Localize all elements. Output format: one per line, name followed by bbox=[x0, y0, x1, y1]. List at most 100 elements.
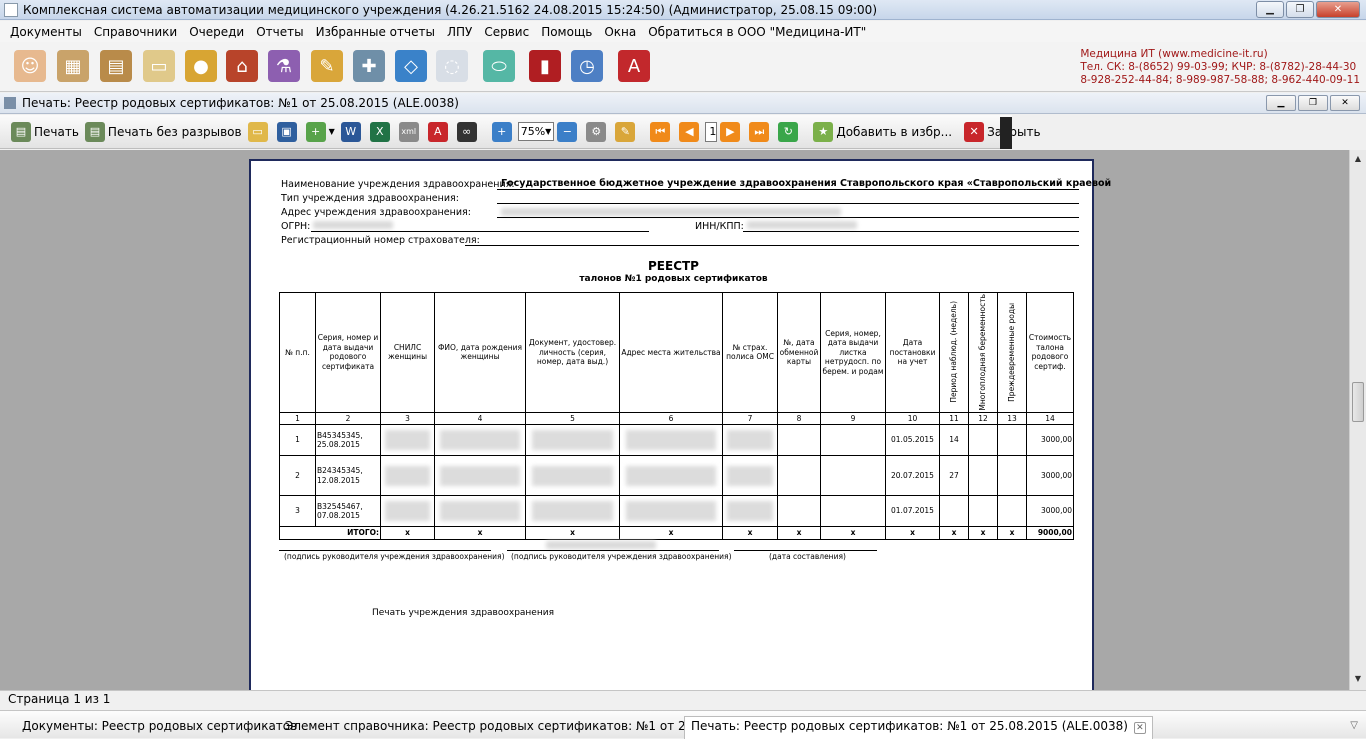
total-row: ИТОГО: x x x x x x x x x x x 9000,00 bbox=[279, 526, 1074, 540]
minimize-button[interactable]: ▁ bbox=[1256, 1, 1284, 18]
find-button[interactable]: ∞ bbox=[454, 119, 483, 145]
coins-icon[interactable]: ● bbox=[185, 50, 217, 82]
settings-button[interactable]: ⚙ bbox=[583, 119, 612, 145]
type-label: Тип учреждения здравоохранения: bbox=[281, 193, 459, 204]
edit-button[interactable]: ✎ bbox=[612, 119, 641, 145]
syringe-icon[interactable]: ✚ bbox=[353, 50, 385, 82]
tab-documents[interactable]: Документы: Реестр родовых сертификатов bbox=[22, 719, 297, 733]
refresh-button[interactable]: ↻ bbox=[775, 119, 804, 145]
next-page-button[interactable]: ▶ bbox=[717, 119, 746, 145]
inn-value-redacted bbox=[747, 221, 857, 229]
menu-queues[interactable]: Очереди bbox=[183, 25, 250, 39]
close-window-button[interactable]: ✕ bbox=[1316, 1, 1360, 18]
zoom-in-button[interactable]: + bbox=[489, 119, 518, 145]
lab-flask-icon[interactable]: ⚗ bbox=[268, 50, 300, 82]
schedule-clock-icon[interactable]: ◷ bbox=[571, 50, 603, 82]
basket-icon[interactable]: ◇ bbox=[395, 50, 427, 82]
menu-directories[interactable]: Справочники bbox=[88, 25, 183, 39]
toolbar-overflow[interactable] bbox=[1000, 117, 1012, 149]
menu-lpu[interactable]: ЛПУ bbox=[441, 25, 478, 39]
window-tabs: Документы: Реестр родовых сертификатов Э… bbox=[0, 710, 1366, 739]
redacted-cell bbox=[384, 501, 431, 522]
col-header: Серия, номер, дата выдачи листка нетрудо… bbox=[820, 292, 886, 413]
last-page-button[interactable]: ⏭ bbox=[746, 119, 775, 145]
table-header-row: № п.п. Серия, номер и дата выдачи родово… bbox=[279, 292, 1074, 413]
capsule-icon[interactable]: ⬭ bbox=[483, 50, 515, 82]
menu-favorite-reports[interactable]: Избранные отчеты bbox=[310, 25, 441, 39]
close-icon[interactable]: ✕ bbox=[1133, 722, 1146, 734]
table-row: 1 В45345345, 25.08.2015 01.05.2015 14 30… bbox=[279, 424, 1074, 457]
add-favorite-button[interactable]: ★ Добавить в избр... bbox=[810, 119, 955, 145]
arrow-left-icon: ◀ bbox=[679, 121, 700, 142]
export-excel-button[interactable]: X bbox=[367, 119, 396, 145]
redacted-cell bbox=[726, 430, 774, 451]
edit-note-icon[interactable]: ✎ bbox=[311, 50, 343, 82]
tab-print[interactable]: Печать: Реестр родовых сертификатов: №1 … bbox=[684, 716, 1153, 739]
report-viewer: Наименование учреждения здравоохранения:… bbox=[0, 150, 1349, 699]
redacted-cell bbox=[440, 501, 520, 522]
prev-page-button[interactable]: ◀ bbox=[676, 119, 705, 145]
menu-contact[interactable]: Обратиться в ООО "Медицина-ИТ" bbox=[642, 25, 872, 39]
col-header: Документ, удостовер. личность (серия, но… bbox=[525, 292, 620, 413]
menu-reports[interactable]: Отчеты bbox=[250, 25, 309, 39]
redacted-cell bbox=[531, 501, 614, 522]
scroll-up-icon[interactable]: ▲ bbox=[1352, 154, 1364, 166]
maximize-button[interactable]: ❐ bbox=[1286, 1, 1314, 18]
chevron-down-icon[interactable]: ▼ bbox=[329, 127, 335, 136]
print-button[interactable]: ▤ Печать bbox=[8, 119, 82, 145]
close-icon: ✕ bbox=[964, 121, 985, 142]
redacted-cell bbox=[440, 465, 520, 486]
institution-name: Государственное бюджетное учреждение здр… bbox=[501, 178, 1112, 189]
menu-service[interactable]: Сервис bbox=[478, 25, 535, 39]
page-number-input[interactable]: 1 bbox=[705, 121, 718, 142]
export-word-button[interactable]: W bbox=[338, 119, 367, 145]
col-header: Многоплодная беременность bbox=[968, 292, 998, 413]
stamp-label: Печать учреждения здравоохранения bbox=[372, 608, 554, 618]
excel-icon: X bbox=[369, 121, 390, 142]
doc-close-button[interactable]: ✕ bbox=[1330, 95, 1360, 111]
menu-documents[interactable]: Документы bbox=[4, 25, 88, 39]
first-page-button[interactable]: ⏮ bbox=[647, 119, 676, 145]
export-button[interactable]: + ▼ bbox=[303, 119, 338, 145]
zoom-select[interactable]: 75% ▼ bbox=[517, 122, 555, 141]
redacted-cell bbox=[531, 430, 614, 451]
home-icon[interactable]: ⌂ bbox=[226, 50, 258, 82]
export-xml-button[interactable]: xml bbox=[396, 119, 425, 145]
scroll-down-icon[interactable]: ▼ bbox=[1352, 674, 1364, 686]
col-header: ФИО, дата рождения женщины bbox=[434, 292, 526, 413]
save-button[interactable]: ▣ bbox=[274, 119, 303, 145]
date-caption: (дата составления) bbox=[769, 552, 846, 561]
refresh-icon: ↻ bbox=[778, 121, 799, 142]
printer-icon: ▤ bbox=[84, 121, 105, 142]
calendar-icon[interactable]: ▦ bbox=[57, 50, 89, 82]
pills-icon[interactable]: ◌ bbox=[436, 50, 468, 82]
document-window-icon bbox=[4, 97, 16, 109]
open-button[interactable]: ▭ bbox=[245, 119, 274, 145]
card-file-icon[interactable]: ▤ bbox=[100, 50, 132, 82]
signature-caption-2: (подпись руководителя учреждения здравоо… bbox=[511, 552, 732, 561]
doc-restore-button[interactable]: ❐ bbox=[1298, 95, 1328, 111]
book-icon[interactable]: ▮ bbox=[529, 50, 561, 82]
menu-help[interactable]: Помощь bbox=[535, 25, 598, 39]
scroll-thumb[interactable] bbox=[1352, 382, 1364, 422]
menu-windows[interactable]: Окна bbox=[598, 25, 642, 39]
print-no-breaks-button[interactable]: ▤ Печать без разрывов bbox=[82, 119, 245, 145]
zoom-out-button[interactable]: − bbox=[554, 119, 583, 145]
chevron-down-icon[interactable]: ▽ bbox=[1350, 720, 1358, 731]
vertical-scrollbar[interactable]: ▲ ▼ bbox=[1349, 150, 1366, 690]
signature-caption-1: (подпись руководителя учреждения здравоо… bbox=[284, 552, 505, 561]
star-add-icon: ★ bbox=[813, 121, 834, 142]
col-header: Адрес места жительства bbox=[619, 292, 723, 413]
redacted-cell bbox=[384, 430, 431, 451]
support-icon[interactable]: A bbox=[618, 50, 650, 82]
report-title: РЕЕСТР bbox=[648, 259, 699, 273]
zoom-in-icon: + bbox=[491, 121, 512, 142]
doctor-icon[interactable]: ☺ bbox=[14, 50, 46, 82]
export-pdf-button[interactable]: A bbox=[425, 119, 454, 145]
tab-directory-element[interactable]: Элемент справочника: Реестр родовых серт… bbox=[285, 719, 747, 733]
main-icon-bar: ☺ ▦ ▤ ▭ ● ⌂ ⚗ ✎ ✚ ◇ ◌ ⬭ ▮ ◷ A Медицина И… bbox=[0, 42, 1366, 92]
id-card-icon[interactable]: ▭ bbox=[143, 50, 175, 82]
reg-number-label: Регистрационный номер страхователя: bbox=[281, 235, 480, 246]
arrow-right-icon: ▶ bbox=[720, 121, 741, 142]
doc-minimize-button[interactable]: ▁ bbox=[1266, 95, 1296, 111]
